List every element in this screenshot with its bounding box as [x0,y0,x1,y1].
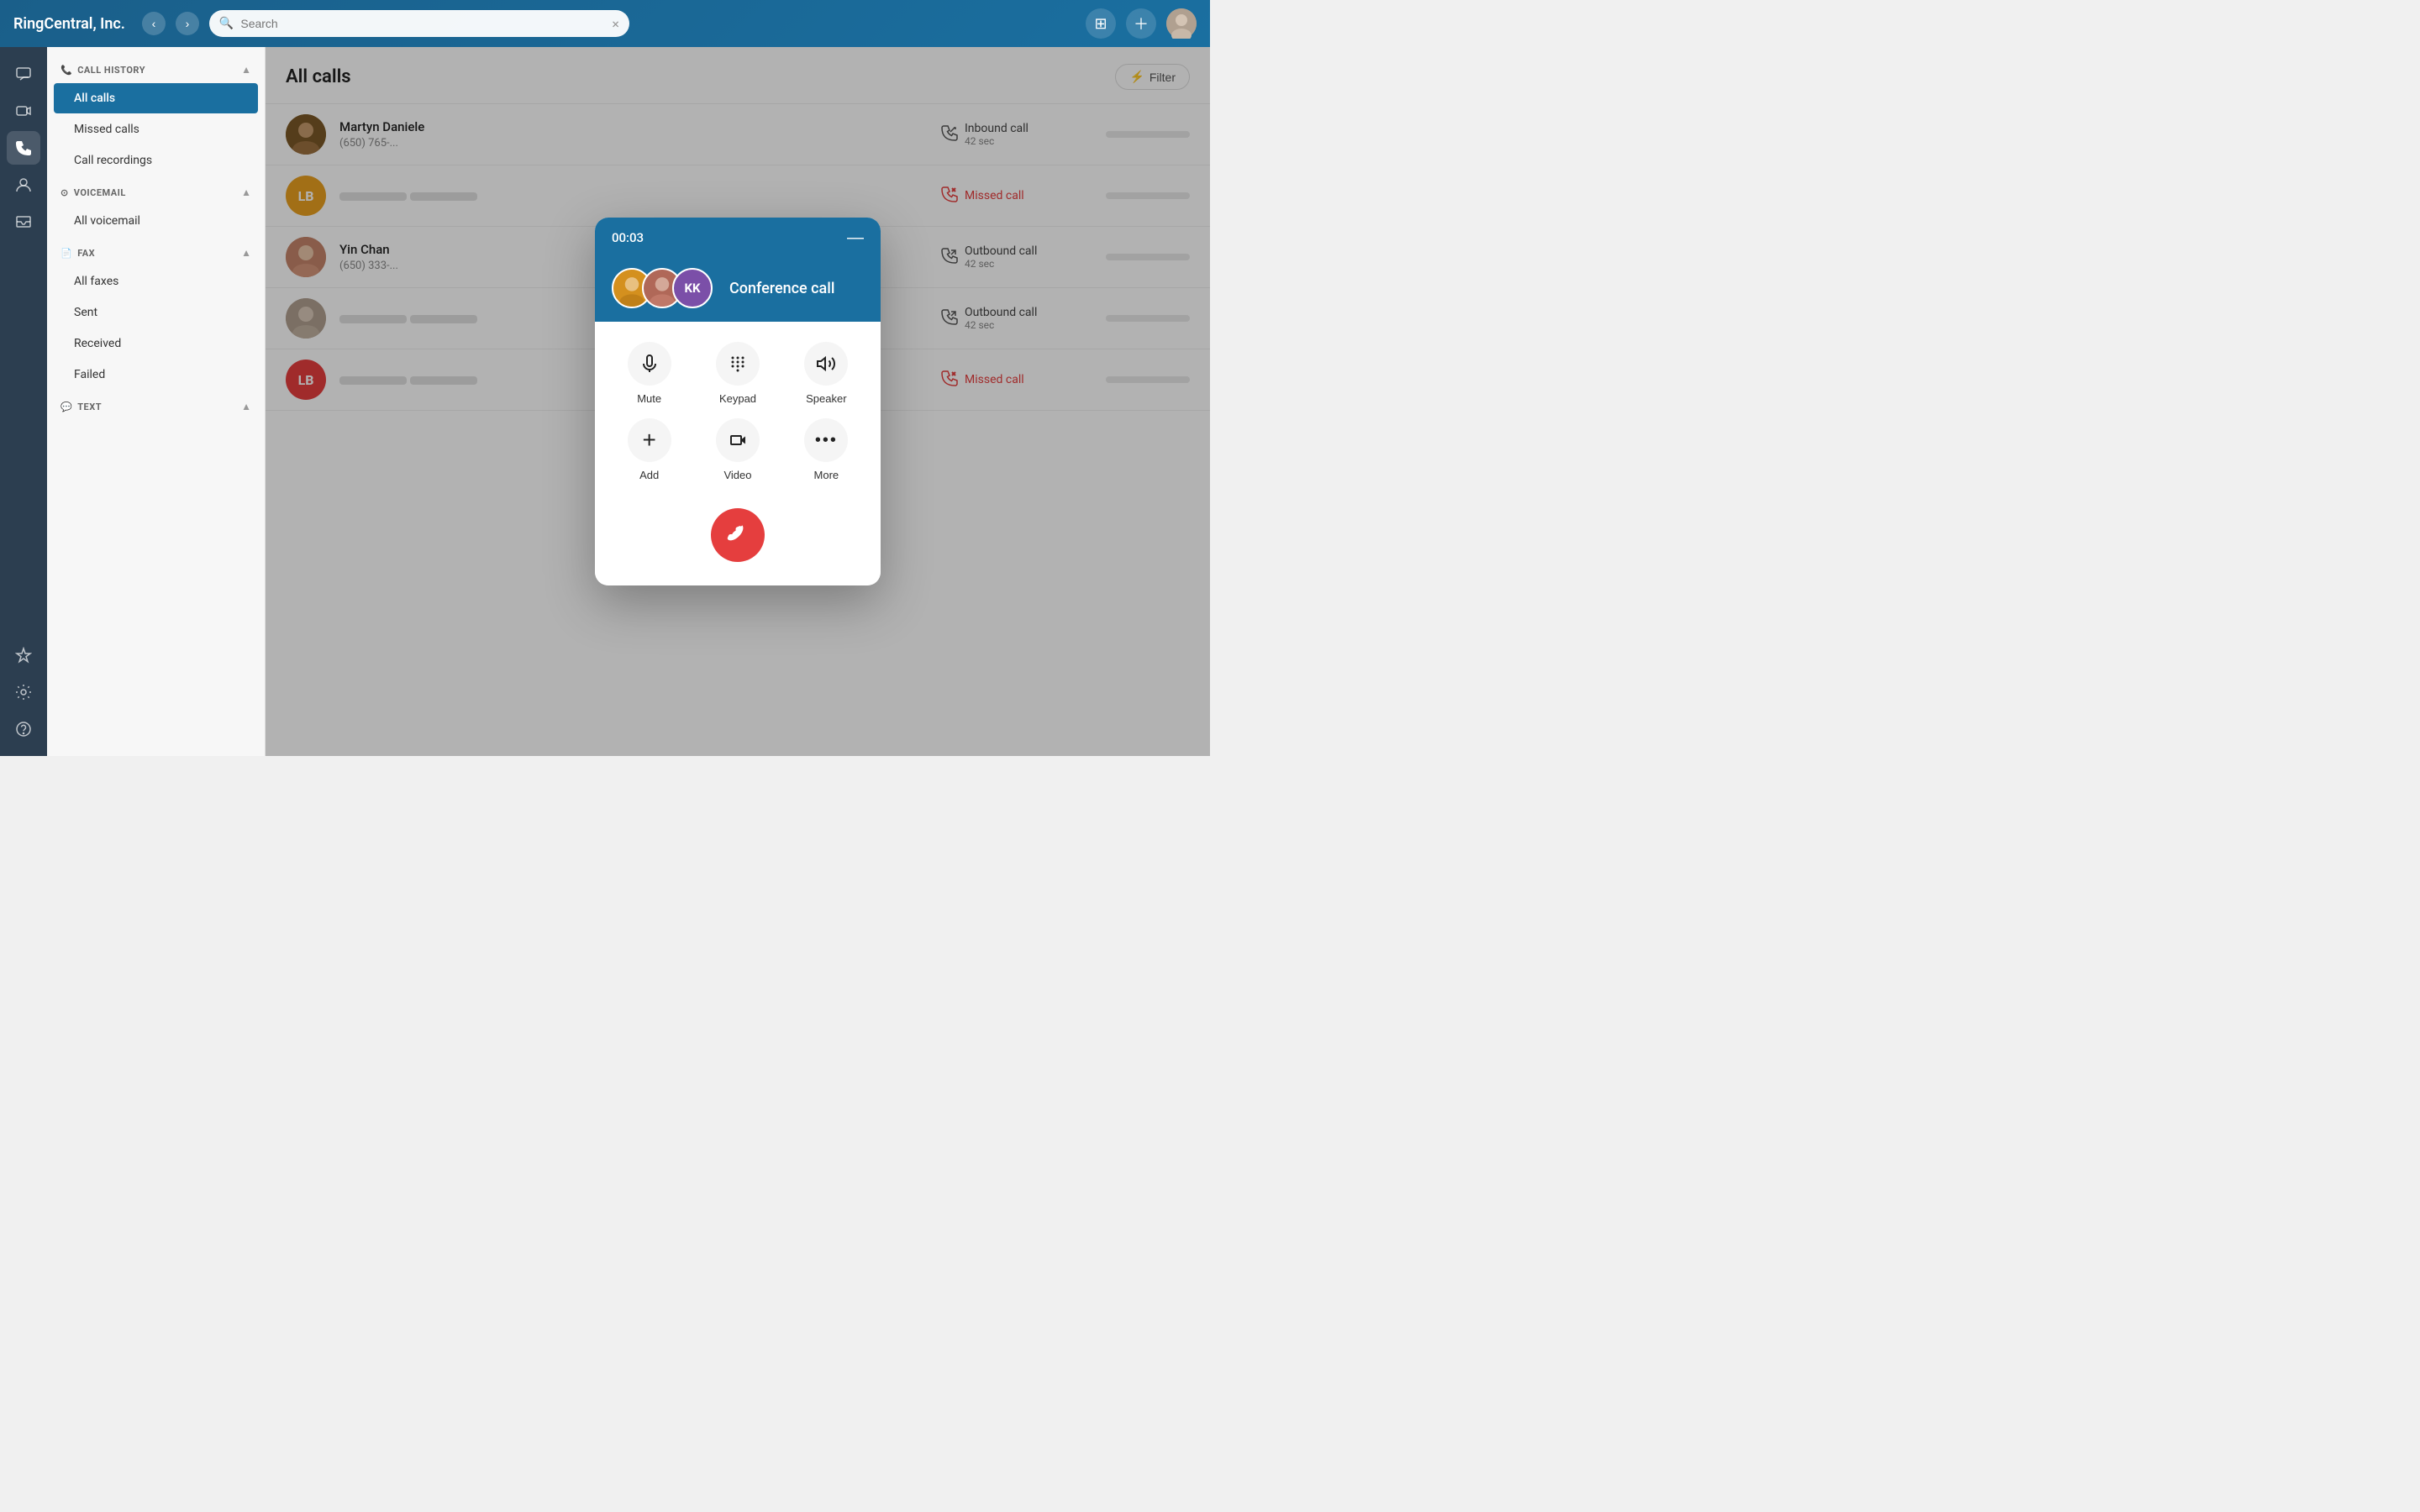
modal-body: Mute Keypad Speaker [595,322,881,585]
sidebar-help-btn[interactable] [7,712,40,746]
mute-icon [628,342,671,386]
more-label: More [814,469,839,481]
call-controls: Mute Keypad Speaker [612,342,864,481]
nav-item-call-recordings[interactable]: Call recordings [54,145,258,176]
sidebar-phone-btn[interactable] [7,131,40,165]
conference-avatars: KK [612,268,713,308]
add-call-icon: + [628,418,671,462]
modal-avatars-area: KK Conference call [595,258,881,322]
call-history-title: 📞 CALL HISTORY [60,65,145,76]
call-end-area [612,501,864,565]
fax-section-icon: 📄 [60,248,72,259]
call-timer: 00:03 [612,230,644,245]
sidebar-contacts-btn[interactable] [7,168,40,202]
grid-icon-button[interactable]: ⊞ [1086,8,1116,39]
video-call-icon [716,418,760,462]
end-call-button[interactable] [711,508,765,562]
keypad-icon [716,342,760,386]
video-button[interactable]: Video [700,418,775,481]
nav-item-all-calls[interactable]: All calls [54,83,258,113]
conference-participant-kk: KK [672,268,713,308]
add-button[interactable]: ＋ [1126,8,1156,39]
nav-forward-button[interactable]: › [176,12,199,35]
video-label: Video [723,469,751,481]
keypad-label: Keypad [719,392,756,405]
add-label: Add [639,469,659,481]
mute-label: Mute [637,392,661,405]
fax-chevron: ▲ [241,247,251,259]
sidebar-messages-btn[interactable] [7,57,40,91]
text-chevron: ▲ [241,401,251,412]
more-icon: ••• [804,418,848,462]
end-call-icon [726,523,750,547]
fax-title: 📄 FAX [60,248,95,259]
nav-item-sent[interactable]: Sent [54,297,258,328]
text-title: 💬 TEXT [60,402,102,412]
icon-sidebar [0,47,47,756]
topbar-actions: ⊞ ＋ [1086,8,1197,39]
voicemail-chevron: ▲ [241,186,251,198]
nav-back-button[interactable]: ‹ [142,12,166,35]
conference-title: Conference call [729,280,834,297]
voicemail-section-header[interactable]: ⊙ VOICEMAIL ▲ [47,176,265,205]
keypad-button[interactable]: Keypad [700,342,775,405]
search-input[interactable] [240,17,605,30]
call-history-chevron: ▲ [241,64,251,76]
text-section-header[interactable]: 💬 TEXT ▲ [47,391,265,419]
text-section-icon: 💬 [60,402,72,412]
minimize-button[interactable]: — [847,229,864,246]
app-title: RingCentral, Inc. [13,15,125,33]
nav-item-missed-calls[interactable]: Missed calls [54,114,258,144]
topbar: RingCentral, Inc. ‹ › 🔍 × ⊞ ＋ [0,0,1210,47]
call-history-section-header[interactable]: 📞 CALL HISTORY ▲ [47,54,265,82]
content-area: All calls ⚡ Filter Martyn Daniele (6 [266,47,1210,756]
sidebar-video-btn[interactable] [7,94,40,128]
speaker-label: Speaker [806,392,846,405]
speaker-button[interactable]: Speaker [789,342,864,405]
speaker-icon [804,342,848,386]
phone-section-icon: 📞 [60,65,72,76]
nav-item-all-faxes[interactable]: All faxes [54,266,258,297]
nav-item-all-voicemail[interactable]: All voicemail [54,206,258,236]
kk-initials: KK [684,281,700,296]
mute-button[interactable]: Mute [612,342,687,405]
more-button[interactable]: ••• More [789,418,864,481]
nav-item-failed[interactable]: Failed [54,360,258,390]
main-layout: 📞 CALL HISTORY ▲ All calls Missed calls … [0,47,1210,756]
nav-item-received[interactable]: Received [54,328,258,359]
nav-sidebar: 📞 CALL HISTORY ▲ All calls Missed calls … [47,47,266,756]
sidebar-extensions-btn[interactable] [7,638,40,672]
voicemail-title: ⊙ VOICEMAIL [60,187,126,198]
search-bar: 🔍 × [209,10,629,37]
conference-call-modal: 00:03 — [595,218,881,585]
add-button[interactable]: + Add [612,418,687,481]
sidebar-settings-btn[interactable] [7,675,40,709]
fax-section-header[interactable]: 📄 FAX ▲ [47,237,265,265]
search-clear-icon[interactable]: × [612,16,619,32]
modal-header: 00:03 — [595,218,881,258]
overlay: 00:03 — [266,47,1210,756]
voicemail-section-icon: ⊙ [60,187,69,198]
user-avatar[interactable] [1166,8,1197,39]
sidebar-inbox-btn[interactable] [7,205,40,239]
search-icon: 🔍 [219,17,234,30]
user-avatar-image [1166,8,1197,39]
